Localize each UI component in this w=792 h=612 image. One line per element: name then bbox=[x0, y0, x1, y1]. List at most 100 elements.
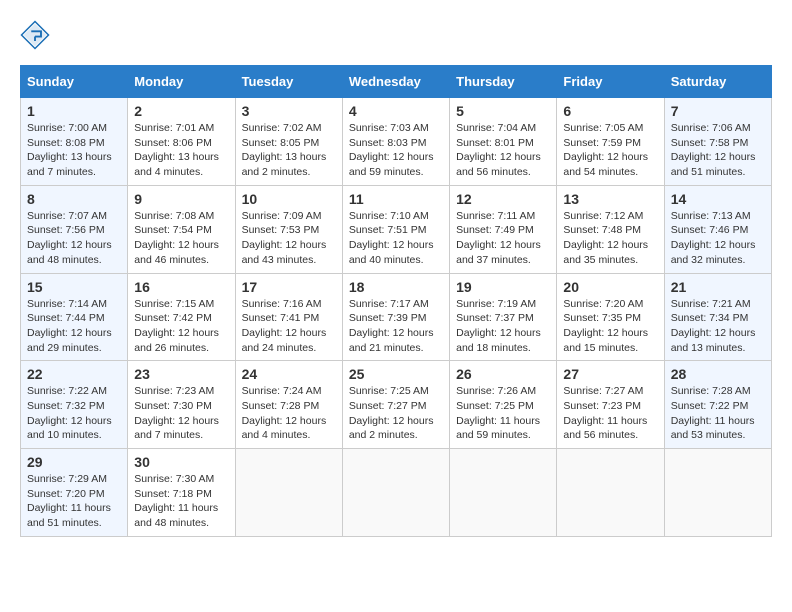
weekday-header-row: SundayMondayTuesdayWednesdayThursdayFrid… bbox=[21, 66, 772, 98]
calendar-cell: 10Sunrise: 7:09 AMSunset: 7:53 PMDayligh… bbox=[235, 185, 342, 273]
calendar-cell: 29 Sunrise: 7:29 AMSunset: 7:20 PMDayligh… bbox=[21, 449, 128, 537]
day-number: 8 bbox=[27, 191, 121, 207]
weekday-header-friday: Friday bbox=[557, 66, 664, 98]
day-number: 17 bbox=[242, 279, 336, 295]
week-row-3: 15 Sunrise: 7:14 AMSunset: 7:44 PMDayligh… bbox=[21, 273, 772, 361]
calendar-cell bbox=[664, 449, 771, 537]
day-info: Sunrise: 7:10 AMSunset: 7:51 PMDaylight:… bbox=[349, 209, 443, 268]
weekday-header-wednesday: Wednesday bbox=[342, 66, 449, 98]
day-number: 16 bbox=[134, 279, 228, 295]
calendar-cell: 30Sunrise: 7:30 AMSunset: 7:18 PMDayligh… bbox=[128, 449, 235, 537]
calendar-cell bbox=[450, 449, 557, 537]
day-info: Sunrise: 7:05 AMSunset: 7:59 PMDaylight:… bbox=[563, 121, 657, 180]
day-number: 19 bbox=[456, 279, 550, 295]
calendar-cell: 16 Sunrise: 7:15 AMSunset: 7:42 PMDayligh… bbox=[128, 273, 235, 361]
day-info: Sunrise: 7:13 AMSunset: 7:46 PMDaylight:… bbox=[671, 209, 765, 268]
calendar-cell: 12 Sunrise: 7:11 AMSunset: 7:49 PMDayligh… bbox=[450, 185, 557, 273]
day-info: Sunrise: 7:06 AMSunset: 7:58 PMDaylight:… bbox=[671, 121, 765, 180]
weekday-header-thursday: Thursday bbox=[450, 66, 557, 98]
day-number: 28 bbox=[671, 366, 765, 382]
day-info: Sunrise: 7:07 AMSunset: 7:56 PMDaylight:… bbox=[27, 209, 121, 268]
day-number: 18 bbox=[349, 279, 443, 295]
day-info: Sunrise: 7:12 AMSunset: 7:48 PMDaylight:… bbox=[563, 209, 657, 268]
calendar-cell: 26 Sunrise: 7:26 AMSunset: 7:25 PMDayligh… bbox=[450, 361, 557, 449]
day-number: 21 bbox=[671, 279, 765, 295]
day-info: Sunrise: 7:08 AMSunset: 7:54 PMDaylight:… bbox=[134, 209, 228, 268]
day-info: Sunrise: 7:14 AMSunset: 7:44 PMDaylight:… bbox=[27, 297, 121, 356]
calendar-cell: 11 Sunrise: 7:10 AMSunset: 7:51 PMDayligh… bbox=[342, 185, 449, 273]
calendar-cell: 15 Sunrise: 7:14 AMSunset: 7:44 PMDayligh… bbox=[21, 273, 128, 361]
day-info: Sunrise: 7:27 AMSunset: 7:23 PMDaylight:… bbox=[563, 384, 657, 443]
calendar-cell: 25 Sunrise: 7:25 AMSunset: 7:27 PMDayligh… bbox=[342, 361, 449, 449]
day-number: 5 bbox=[456, 103, 550, 119]
calendar-cell: 13 Sunrise: 7:12 AMSunset: 7:48 PMDayligh… bbox=[557, 185, 664, 273]
weekday-header-tuesday: Tuesday bbox=[235, 66, 342, 98]
day-info: Sunrise: 7:20 AMSunset: 7:35 PMDaylight:… bbox=[563, 297, 657, 356]
day-number: 20 bbox=[563, 279, 657, 295]
day-number: 13 bbox=[563, 191, 657, 207]
calendar-cell: 4 Sunrise: 7:03 AMSunset: 8:03 PMDaylight… bbox=[342, 98, 449, 186]
day-info: Sunrise: 7:25 AMSunset: 7:27 PMDaylight:… bbox=[349, 384, 443, 443]
day-number: 29 bbox=[27, 454, 121, 470]
weekday-header-saturday: Saturday bbox=[664, 66, 771, 98]
day-info: Sunrise: 7:11 AMSunset: 7:49 PMDaylight:… bbox=[456, 209, 550, 268]
calendar-cell: 5 Sunrise: 7:04 AMSunset: 8:01 PMDaylight… bbox=[450, 98, 557, 186]
day-number: 11 bbox=[349, 191, 443, 207]
day-info: Sunrise: 7:00 AMSunset: 8:08 PMDaylight:… bbox=[27, 121, 121, 180]
day-info: Sunrise: 7:29 AMSunset: 7:20 PMDaylight:… bbox=[27, 472, 121, 531]
day-number: 25 bbox=[349, 366, 443, 382]
day-number: 23 bbox=[134, 366, 228, 382]
day-number: 3 bbox=[242, 103, 336, 119]
day-number: 7 bbox=[671, 103, 765, 119]
logo-icon bbox=[20, 20, 50, 50]
day-info: Sunrise: 7:15 AMSunset: 7:42 PMDaylight:… bbox=[134, 297, 228, 356]
calendar-cell bbox=[235, 449, 342, 537]
day-info: Sunrise: 7:16 AMSunset: 7:41 PMDaylight:… bbox=[242, 297, 336, 356]
day-info: Sunrise: 7:24 AMSunset: 7:28 PMDaylight:… bbox=[242, 384, 336, 443]
calendar-cell: 19 Sunrise: 7:19 AMSunset: 7:37 PMDayligh… bbox=[450, 273, 557, 361]
day-info: Sunrise: 7:03 AMSunset: 8:03 PMDaylight:… bbox=[349, 121, 443, 180]
day-info: Sunrise: 7:21 AMSunset: 7:34 PMDaylight:… bbox=[671, 297, 765, 356]
day-info: Sunrise: 7:30 AMSunset: 7:18 PMDaylight:… bbox=[134, 472, 228, 531]
day-number: 15 bbox=[27, 279, 121, 295]
calendar-cell: 27 Sunrise: 7:27 AMSunset: 7:23 PMDayligh… bbox=[557, 361, 664, 449]
calendar-cell: 9 Sunrise: 7:08 AMSunset: 7:54 PMDaylight… bbox=[128, 185, 235, 273]
day-number: 27 bbox=[563, 366, 657, 382]
day-info: Sunrise: 7:26 AMSunset: 7:25 PMDaylight:… bbox=[456, 384, 550, 443]
calendar-cell: 17 Sunrise: 7:16 AMSunset: 7:41 PMDayligh… bbox=[235, 273, 342, 361]
week-row-4: 22Sunrise: 7:22 AMSunset: 7:32 PMDayligh… bbox=[21, 361, 772, 449]
day-number: 4 bbox=[349, 103, 443, 119]
calendar-cell: 18Sunrise: 7:17 AMSunset: 7:39 PMDayligh… bbox=[342, 273, 449, 361]
calendar-cell: 28Sunrise: 7:28 AMSunset: 7:22 PMDayligh… bbox=[664, 361, 771, 449]
day-number: 26 bbox=[456, 366, 550, 382]
calendar-table: SundayMondayTuesdayWednesdayThursdayFrid… bbox=[20, 65, 772, 537]
calendar-cell: 22Sunrise: 7:22 AMSunset: 7:32 PMDayligh… bbox=[21, 361, 128, 449]
day-number: 12 bbox=[456, 191, 550, 207]
calendar-cell: 8 Sunrise: 7:07 AMSunset: 7:56 PMDaylight… bbox=[21, 185, 128, 273]
day-info: Sunrise: 7:04 AMSunset: 8:01 PMDaylight:… bbox=[456, 121, 550, 180]
calendar-cell: 3 Sunrise: 7:02 AMSunset: 8:05 PMDaylight… bbox=[235, 98, 342, 186]
day-info: Sunrise: 7:19 AMSunset: 7:37 PMDaylight:… bbox=[456, 297, 550, 356]
logo bbox=[20, 20, 54, 50]
day-info: Sunrise: 7:02 AMSunset: 8:05 PMDaylight:… bbox=[242, 121, 336, 180]
week-row-1: 1Sunrise: 7:00 AMSunset: 8:08 PMDaylight… bbox=[21, 98, 772, 186]
day-info: Sunrise: 7:23 AMSunset: 7:30 PMDaylight:… bbox=[134, 384, 228, 443]
day-number: 22 bbox=[27, 366, 121, 382]
calendar-cell: 1Sunrise: 7:00 AMSunset: 8:08 PMDaylight… bbox=[21, 98, 128, 186]
calendar-cell bbox=[557, 449, 664, 537]
weekday-header-monday: Monday bbox=[128, 66, 235, 98]
calendar-cell: 14 Sunrise: 7:13 AMSunset: 7:46 PMDayligh… bbox=[664, 185, 771, 273]
page-header bbox=[20, 20, 772, 50]
calendar-cell: 7 Sunrise: 7:06 AMSunset: 7:58 PMDaylight… bbox=[664, 98, 771, 186]
calendar-cell: 20 Sunrise: 7:20 AMSunset: 7:35 PMDayligh… bbox=[557, 273, 664, 361]
weekday-header-sunday: Sunday bbox=[21, 66, 128, 98]
day-number: 9 bbox=[134, 191, 228, 207]
day-number: 6 bbox=[563, 103, 657, 119]
calendar-cell: 21 Sunrise: 7:21 AMSunset: 7:34 PMDayligh… bbox=[664, 273, 771, 361]
calendar-cell bbox=[342, 449, 449, 537]
day-number: 14 bbox=[671, 191, 765, 207]
week-row-5: 29 Sunrise: 7:29 AMSunset: 7:20 PMDayligh… bbox=[21, 449, 772, 537]
day-info: Sunrise: 7:01 AMSunset: 8:06 PMDaylight:… bbox=[134, 121, 228, 180]
calendar-cell: 24Sunrise: 7:24 AMSunset: 7:28 PMDayligh… bbox=[235, 361, 342, 449]
day-info: Sunrise: 7:09 AMSunset: 7:53 PMDaylight:… bbox=[242, 209, 336, 268]
